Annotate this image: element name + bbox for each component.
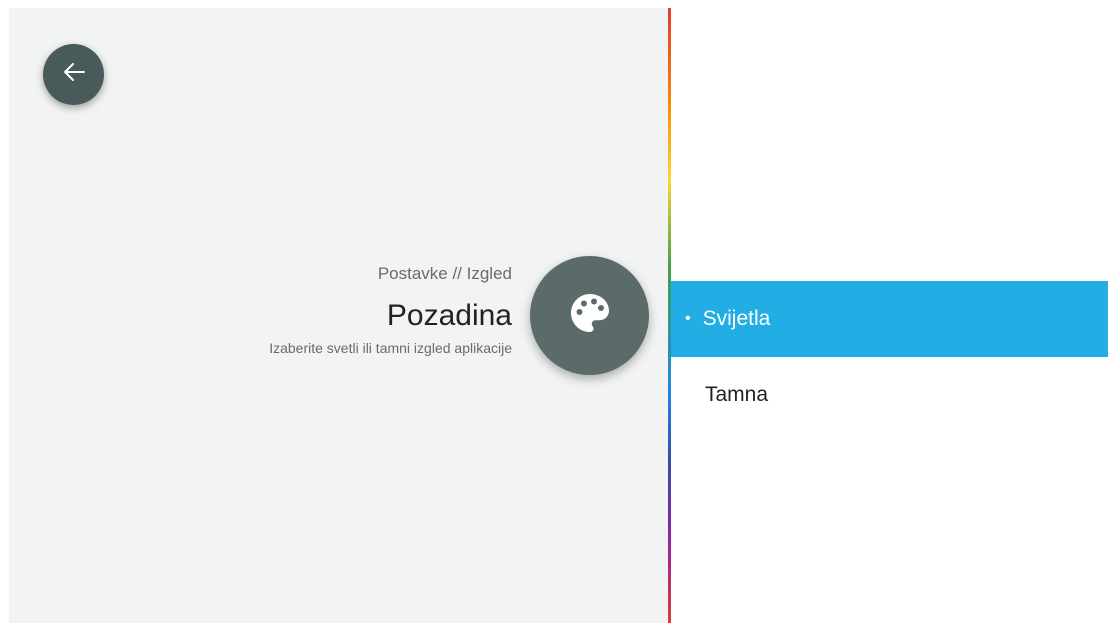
option-label: Tamna bbox=[705, 383, 769, 406]
back-button[interactable] bbox=[43, 44, 104, 105]
settings-screen: Postavke // Izgled Pozadina Izaberite sv… bbox=[0, 0, 1108, 623]
page-subtitle: Izaberite svetli ili tamni izgled aplika… bbox=[269, 340, 512, 356]
selected-bullet: • bbox=[685, 310, 691, 327]
theme-options-list: • Svijetla Tamna bbox=[671, 281, 1108, 433]
palette-badge bbox=[530, 256, 649, 375]
page-title: Pozadina bbox=[386, 299, 512, 332]
option-label: Svijetla bbox=[702, 307, 771, 330]
arrow-left-icon bbox=[60, 58, 88, 91]
palette-icon bbox=[568, 291, 612, 340]
option-dark[interactable]: Tamna bbox=[671, 357, 1108, 433]
header-block: Postavke // Izgled Pozadina Izaberite sv… bbox=[92, 262, 512, 358]
option-light[interactable]: • Svijetla bbox=[671, 281, 1108, 357]
breadcrumb: Postavke // Izgled bbox=[377, 264, 512, 283]
